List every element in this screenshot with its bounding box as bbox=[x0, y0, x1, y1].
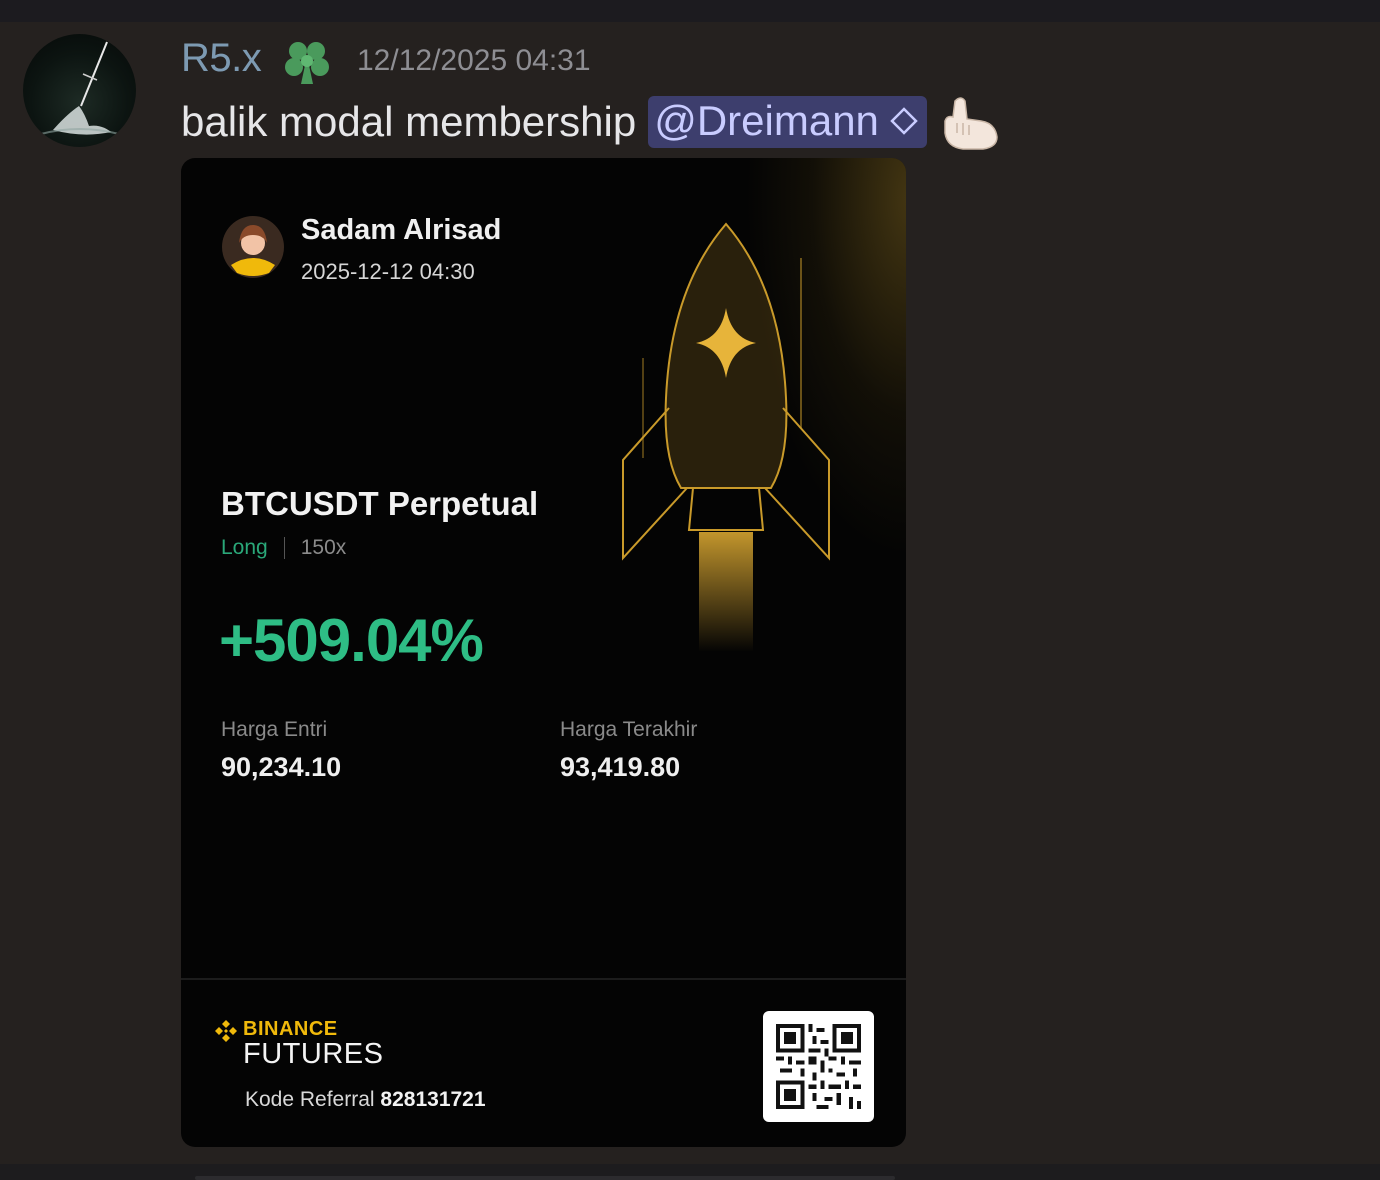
trading-pair: BTCUSDT Perpetual bbox=[221, 485, 539, 522]
position-details: Long 150x bbox=[221, 536, 346, 560]
entry-price-value: 90,234.10 bbox=[221, 752, 342, 782]
futures-label: FUTURES bbox=[243, 1038, 384, 1070]
qr-code[interactable] bbox=[763, 1011, 874, 1122]
entry-price-label: Harga Entri bbox=[221, 718, 328, 741]
last-price-value: 93,419.80 bbox=[560, 752, 681, 782]
scroll-indicator bbox=[195, 1176, 895, 1180]
roe-percentage: +509.04% bbox=[219, 607, 484, 674]
trade-share-card[interactable]: Sadam Alrisad 2025-12-12 04:30 BTCUSDT P… bbox=[181, 158, 906, 1147]
trade-time: 2025-12-12 04:30 bbox=[301, 259, 475, 284]
mention-label: @Dreimann bbox=[654, 97, 879, 144]
top-bar bbox=[0, 0, 1380, 22]
last-price-label: Harga Terakhir bbox=[560, 718, 698, 741]
trader-name: Sadam Alrisad bbox=[301, 214, 502, 246]
author-avatar[interactable] bbox=[23, 34, 136, 147]
separator bbox=[283, 537, 285, 559]
referral-line: Kode Referral 828131721 bbox=[245, 1088, 486, 1112]
author-username[interactable]: R5.x bbox=[181, 36, 262, 81]
call-me-hand-emoji bbox=[944, 97, 998, 150]
message-content: balik modal membership @Dreimann bbox=[181, 92, 1001, 152]
referral-code: 828131721 bbox=[380, 1088, 486, 1111]
diamond-icon bbox=[890, 107, 918, 135]
position-side: Long bbox=[221, 536, 268, 559]
message-timestamp[interactable]: 12/12/2025 04:31 bbox=[357, 44, 591, 78]
bottom-bar bbox=[0, 1164, 1380, 1180]
leverage: 150x bbox=[300, 536, 347, 559]
referral-label: Kode Referral bbox=[245, 1088, 375, 1111]
card-divider bbox=[181, 978, 906, 980]
rocket-illustration bbox=[622, 222, 830, 652]
trader-avatar bbox=[222, 216, 284, 278]
binance-logo-icon bbox=[215, 1020, 237, 1042]
user-mention[interactable]: @Dreimann bbox=[648, 96, 927, 148]
message-text: balik modal membership bbox=[181, 98, 637, 145]
clover-icon bbox=[285, 42, 329, 84]
